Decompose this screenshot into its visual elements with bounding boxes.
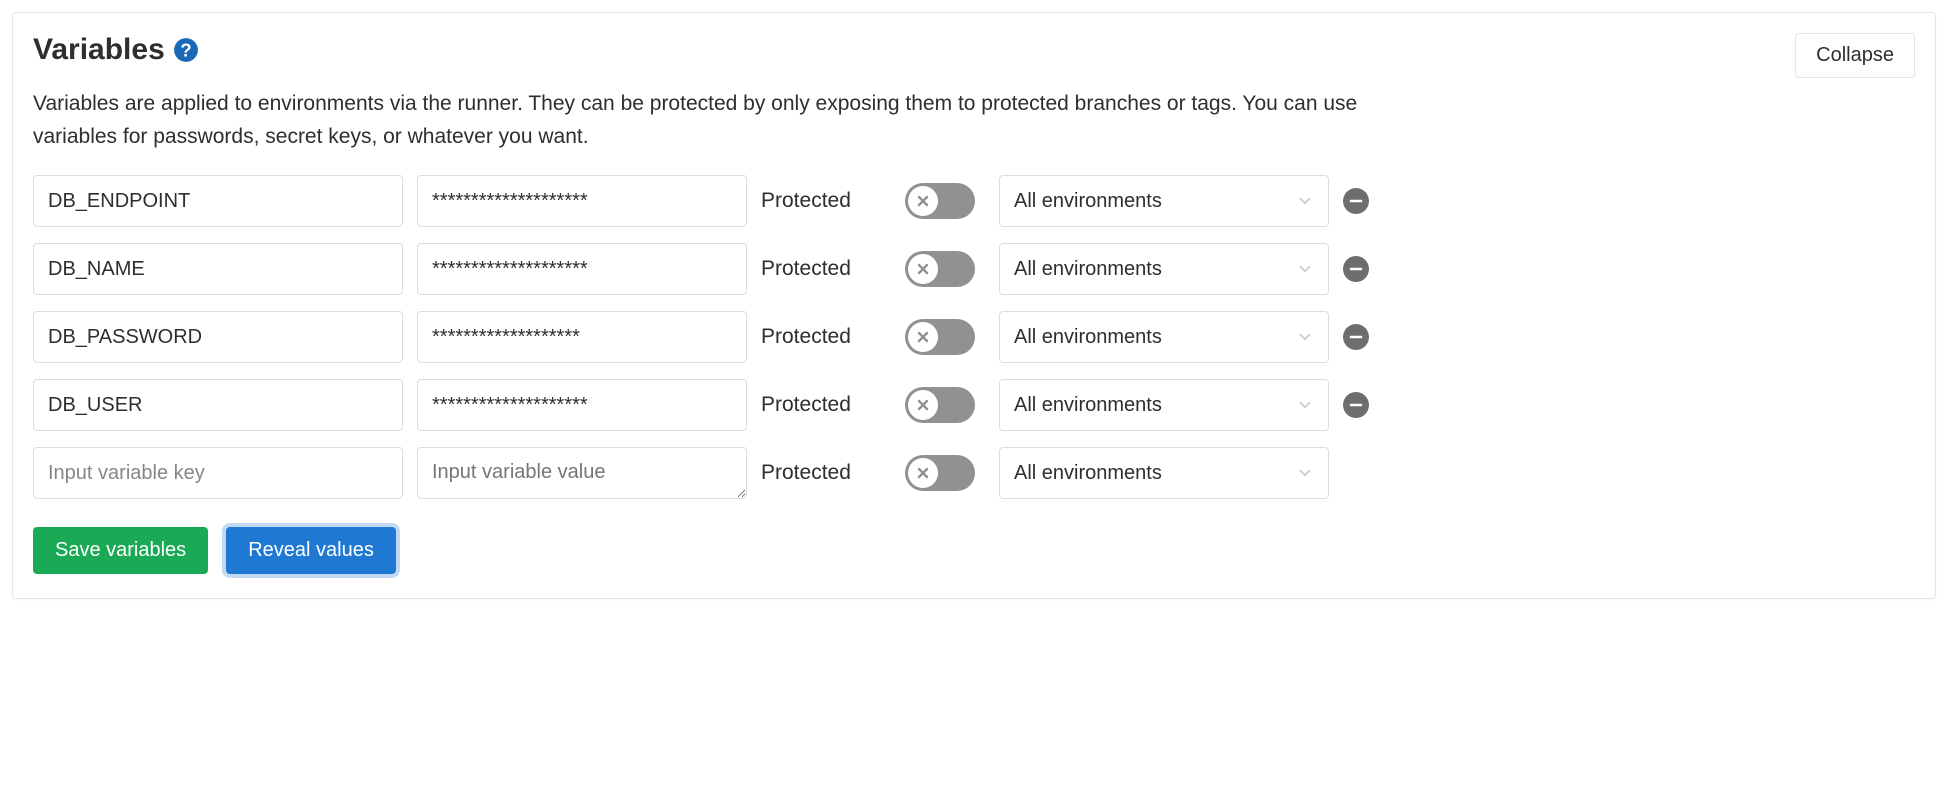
variable-key-input[interactable] [33,311,403,363]
collapse-button[interactable]: Collapse [1795,33,1915,78]
variable-row: Protected All environments [33,311,1915,363]
chevron-down-icon [1296,328,1314,346]
environment-select[interactable]: All environments [999,243,1329,295]
variable-row-new: Protected All environments [33,447,1915,499]
panel-header: Variables ? Collapse [33,33,1915,78]
protected-toggle[interactable] [905,387,975,423]
environment-select-value: All environments [1014,258,1162,281]
toggle-knob [908,458,938,488]
protected-toggle[interactable] [905,319,975,355]
save-variables-button[interactable]: Save variables [33,527,208,574]
variables-panel: Variables ? Collapse Variables are appli… [12,12,1936,599]
protected-toggle[interactable] [905,183,975,219]
chevron-down-icon [1296,396,1314,414]
help-icon[interactable]: ? [173,37,199,63]
environment-select[interactable]: All environments [999,175,1329,227]
variable-key-input[interactable] [33,379,403,431]
remove-variable-button[interactable] [1343,188,1369,214]
protected-toggle[interactable] [905,455,975,491]
remove-placeholder [1343,460,1369,486]
remove-variable-button[interactable] [1343,392,1369,418]
actions-bar: Save variables Reveal values [33,527,1915,574]
protected-toggle[interactable] [905,251,975,287]
protected-label: Protected [761,257,891,281]
chevron-down-icon [1296,260,1314,278]
environment-select-value: All environments [1014,394,1162,417]
protected-label: Protected [761,325,891,349]
section-title: Variables ? [33,33,199,67]
remove-variable-button[interactable] [1343,324,1369,350]
variable-value-input[interactable] [417,379,747,431]
toggle-knob [908,390,938,420]
toggle-knob [908,254,938,284]
toggle-knob [908,186,938,216]
environment-select-value: All environments [1014,462,1162,485]
variable-value-input[interactable] [417,175,747,227]
variable-key-input[interactable] [33,243,403,295]
variable-key-input[interactable] [33,175,403,227]
variable-row: Protected All environments [33,175,1915,227]
toggle-knob [908,322,938,352]
section-description: Variables are applied to environments vi… [33,88,1433,153]
variable-value-input[interactable] [417,243,747,295]
environment-select[interactable]: All environments [999,379,1329,431]
protected-label: Protected [761,461,891,485]
section-title-text: Variables [33,33,165,67]
environment-select-value: All environments [1014,326,1162,349]
reveal-values-button[interactable]: Reveal values [226,527,396,574]
variable-value-input[interactable] [417,311,747,363]
variable-row: Protected All environments [33,243,1915,295]
svg-text:?: ? [180,40,191,61]
environment-select[interactable]: All environments [999,311,1329,363]
chevron-down-icon [1296,192,1314,210]
environment-select-value: All environments [1014,190,1162,213]
variable-key-input[interactable] [33,447,403,499]
chevron-down-icon [1296,464,1314,482]
variables-list: Protected All environments Protected [33,175,1915,499]
variable-value-input[interactable] [417,447,747,499]
protected-label: Protected [761,393,891,417]
remove-variable-button[interactable] [1343,256,1369,282]
protected-label: Protected [761,189,891,213]
variable-row: Protected All environments [33,379,1915,431]
environment-select[interactable]: All environments [999,447,1329,499]
